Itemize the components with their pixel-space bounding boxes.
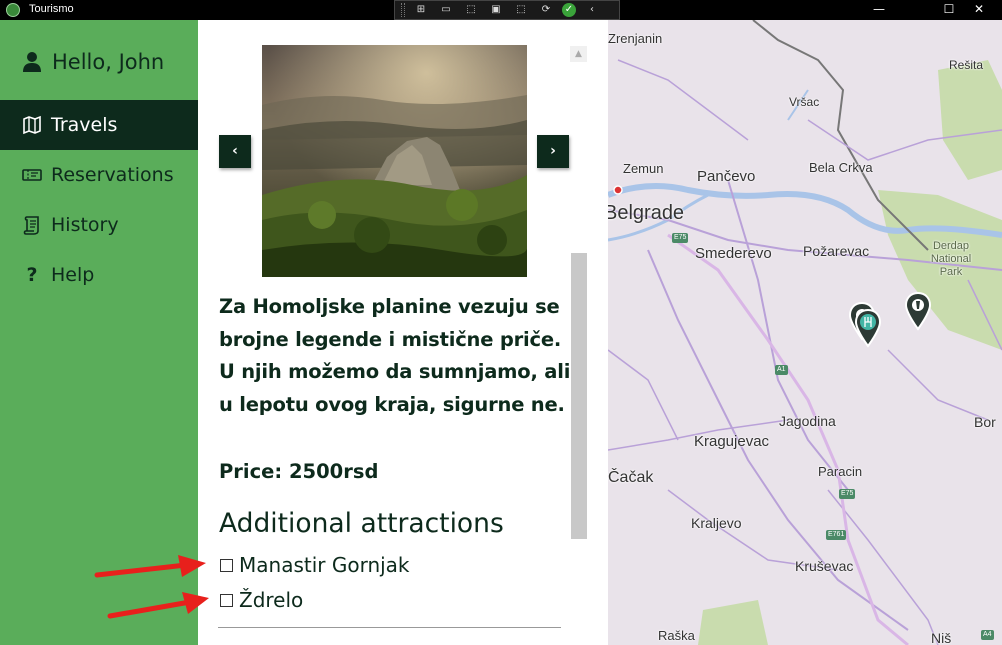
destination-photo bbox=[262, 45, 527, 277]
map-park-label: Derdap National Park bbox=[930, 240, 972, 278]
record-icon[interactable]: ▭ bbox=[437, 3, 455, 17]
map-background bbox=[608, 20, 1002, 645]
section-divider bbox=[218, 627, 561, 628]
attraction-option[interactable]: Ždrelo bbox=[220, 588, 303, 612]
map-city-label: Zemun bbox=[623, 161, 664, 176]
map-city-label: Bela Crkva bbox=[809, 160, 873, 175]
user-greeting: Hello, John bbox=[22, 50, 164, 74]
map-city-label: Belgrade bbox=[608, 202, 685, 224]
close-button[interactable]: ✕ bbox=[956, 0, 1002, 20]
map-city-label: Smederevo bbox=[695, 245, 772, 262]
map-icon bbox=[23, 115, 41, 135]
road-shield: A4 bbox=[981, 630, 994, 640]
window-title: Tourismo bbox=[29, 3, 74, 15]
road-shield: E75 bbox=[839, 489, 856, 499]
travel-detail-panel: ‹ › ▲ Za Homoljske planine vezuju se bro… bbox=[198, 20, 608, 645]
map-city-label: Raška bbox=[658, 628, 695, 643]
ticket-icon bbox=[22, 169, 42, 181]
sidebar-item-travels[interactable]: Travels bbox=[0, 100, 198, 150]
map-city-label: Paracin bbox=[818, 464, 863, 479]
next-image-button[interactable]: › bbox=[537, 135, 569, 168]
select-element-icon[interactable]: ⬚ bbox=[462, 3, 480, 17]
scroll-icon bbox=[23, 216, 39, 235]
map-city-label: Bor bbox=[974, 414, 996, 430]
track-focus-icon[interactable]: ⬚ bbox=[512, 3, 530, 17]
map-city-label: Jagodina bbox=[779, 413, 836, 429]
map-city-label: Požarevac bbox=[803, 243, 870, 259]
attraction-checkbox[interactable] bbox=[220, 593, 233, 607]
road-shield: A1 bbox=[775, 365, 788, 375]
previous-image-button[interactable]: ‹ bbox=[219, 135, 251, 168]
sidebar-item-label: History bbox=[51, 214, 119, 236]
map-city-label: Kruševac bbox=[795, 558, 854, 574]
sidebar-item-label: Reservations bbox=[51, 164, 174, 186]
road-shield: E761 bbox=[826, 530, 847, 540]
attraction-option[interactable]: Manastir Gornjak bbox=[220, 553, 410, 577]
belgrade-marker-icon bbox=[613, 185, 623, 195]
user-icon bbox=[23, 52, 41, 72]
sidebar-item-label: Help bbox=[51, 264, 95, 286]
hot-reload-icon[interactable]: ⟳ bbox=[537, 3, 555, 17]
sidebar: Hello, John Travels Reservations History… bbox=[0, 20, 198, 645]
binding-check-icon[interactable]: ✓ bbox=[562, 3, 576, 17]
attraction-checkbox[interactable] bbox=[220, 558, 233, 572]
sidebar-item-history[interactable]: History bbox=[0, 200, 198, 250]
question-icon: ? bbox=[26, 264, 38, 286]
app-logo-icon bbox=[6, 3, 20, 17]
road-shield: E75 bbox=[672, 233, 689, 243]
toolbar-grip-icon[interactable] bbox=[401, 3, 405, 17]
minimize-button[interactable]: — bbox=[856, 0, 902, 20]
sidebar-item-help[interactable]: ? Help bbox=[0, 250, 198, 300]
map-city-label: Niš bbox=[931, 630, 952, 645]
debug-toolbar: ⊞ ▭ ⬚ ▣ ⬚ ⟳ ✓ ‹ bbox=[394, 0, 620, 20]
map-city-label: Kraljevo bbox=[691, 515, 742, 531]
title-bar: Tourismo ⊞ ▭ ⬚ ▣ ⬚ ⟳ ✓ ‹ — ☐ ✕ bbox=[0, 0, 1002, 20]
restaurant-pin-icon[interactable] bbox=[854, 308, 882, 350]
travel-price: Price: 2500rsd bbox=[219, 460, 379, 483]
visual-tree-icon[interactable]: ⊞ bbox=[412, 3, 430, 17]
attraction-label: Ždrelo bbox=[239, 588, 304, 612]
sidebar-item-label: Travels bbox=[51, 114, 118, 136]
location-pin-icon[interactable] bbox=[904, 291, 932, 333]
annotation-arrow bbox=[94, 555, 206, 578]
display-layout-icon[interactable]: ▣ bbox=[487, 3, 505, 17]
map-city-label: Kragujevac bbox=[694, 433, 770, 450]
map-city-label: Zrenjanin bbox=[608, 31, 663, 46]
map-city-label: Čačak bbox=[608, 469, 654, 486]
sidebar-item-reservations[interactable]: Reservations bbox=[0, 150, 198, 200]
greeting-text: Hello, John bbox=[52, 50, 165, 74]
additional-attractions-heading: Additional attractions bbox=[219, 508, 504, 539]
map-city-label: Rešita bbox=[949, 58, 984, 72]
collapse-toolbar-icon[interactable]: ‹ bbox=[583, 3, 601, 17]
scroll-up-button[interactable]: ▲ bbox=[570, 46, 587, 62]
travel-description: Za Homoljske planine vezuju se brojne le… bbox=[219, 295, 571, 416]
map-city-label: Pančevo bbox=[697, 168, 756, 185]
annotation-arrow bbox=[107, 592, 209, 619]
map-view[interactable]: Zrenjanin Vršac Rešita Zemun Pančevo Bel… bbox=[608, 20, 1002, 645]
map-city-label: Vršac bbox=[789, 95, 820, 109]
attraction-label: Manastir Gornjak bbox=[239, 553, 410, 577]
